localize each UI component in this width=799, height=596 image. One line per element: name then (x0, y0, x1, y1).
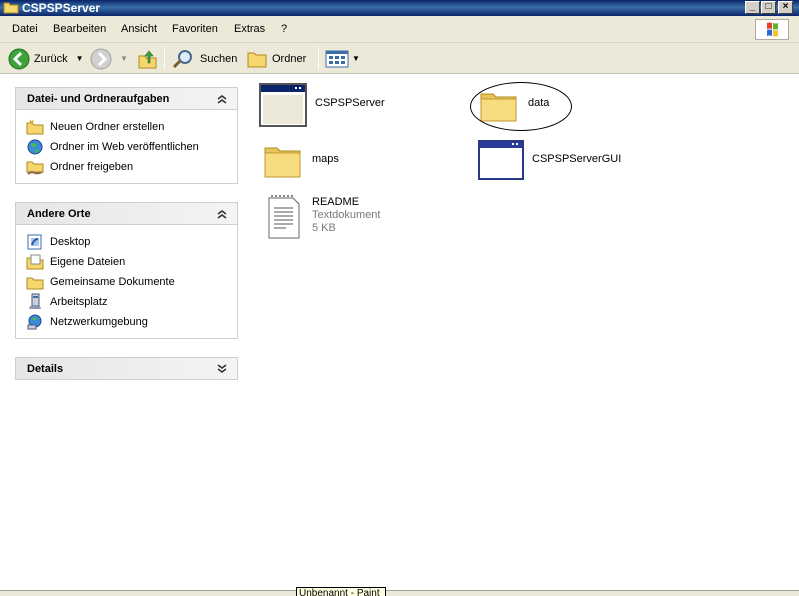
menu-extras[interactable]: Extras (234, 23, 265, 35)
file-item-cspspservergui[interactable]: CSPSPServerGUI (478, 140, 621, 180)
back-arrow-icon (8, 48, 30, 69)
menu-bar: Datei Bearbeiten Ansicht Favoriten Extra… (0, 16, 799, 43)
chevron-up-icon[interactable] (215, 207, 229, 221)
back-button[interactable]: Zurück ▼ (8, 46, 84, 71)
taskbar-tooltip: Unbenannt - Paint (296, 587, 386, 596)
panel-header[interactable]: Datei- und Ordneraufgaben (15, 87, 238, 110)
place-my-documents[interactable]: Eigene Dateien (26, 252, 237, 272)
menu-ansicht[interactable]: Ansicht (121, 23, 157, 35)
file-item-readme[interactable]: README Textdokument 5 KB (266, 194, 380, 240)
other-places-panel: Andere Orte Desktop Eigene Dateien Gemei… (15, 202, 238, 339)
file-size: 5 KB (312, 222, 336, 234)
panel-header[interactable]: Details (15, 357, 238, 380)
toolbar: Zurück ▼ ▼ Suchen Ordner ▼ (0, 43, 799, 74)
file-item-maps[interactable]: maps (262, 140, 339, 180)
computer-icon (29, 293, 41, 309)
folder-icon (3, 2, 19, 14)
application-window-icon (478, 140, 524, 180)
search-icon (172, 49, 192, 68)
up-folder-icon (138, 50, 157, 68)
back-dropdown-icon[interactable]: ▼ (76, 54, 84, 63)
task-share-folder[interactable]: Ordner freigeben (26, 157, 237, 177)
forward-dropdown-icon[interactable]: ▼ (120, 54, 128, 63)
task-publish-web[interactable]: Ordner im Web veröffentlichen (26, 137, 237, 157)
new-folder-icon (26, 119, 44, 135)
share-folder-icon (26, 161, 44, 175)
forward-arrow-icon (90, 48, 112, 69)
window-title: CSPSPServer (22, 1, 101, 15)
details-panel: Details (15, 357, 238, 380)
folder-icon (247, 52, 267, 67)
chevron-down-icon[interactable] (215, 362, 229, 376)
views-button[interactable]: ▼ (325, 46, 360, 71)
network-icon (27, 314, 42, 330)
menu-datei[interactable]: Datei (12, 23, 38, 35)
place-network[interactable]: Netzwerkumgebung (26, 312, 237, 332)
folder-icon (264, 147, 301, 178)
file-folder-tasks-panel: Datei- und Ordneraufgaben Neuen Ordner e… (15, 87, 238, 184)
menu-bearbeiten[interactable]: Bearbeiten (53, 23, 106, 35)
search-button[interactable]: Suchen (172, 46, 237, 71)
desktop-icon (27, 234, 42, 250)
forward-button[interactable]: ▼ (90, 46, 128, 71)
folders-button[interactable]: Ordner (246, 46, 306, 71)
task-new-folder[interactable]: Neuen Ordner erstellen (26, 117, 237, 137)
highlight-ellipse (470, 82, 572, 131)
text-document-icon (268, 195, 300, 239)
shared-folder-icon (26, 277, 44, 290)
file-type: Textdokument (312, 209, 381, 221)
task-pane: Datei- und Ordneraufgaben Neuen Ordner e… (0, 75, 252, 590)
maximize-button[interactable]: □ (761, 1, 776, 14)
place-my-computer[interactable]: Arbeitsplatz (26, 292, 237, 312)
chevron-up-icon[interactable] (215, 92, 229, 106)
menu-favoriten[interactable]: Favoriten (172, 23, 218, 35)
taskbar-edge (0, 590, 799, 596)
views-dropdown-icon[interactable]: ▼ (352, 54, 360, 63)
windows-logo-icon (755, 19, 789, 40)
my-documents-icon (26, 254, 44, 270)
file-item-cspspserver[interactable]: CSPSPServer (259, 83, 385, 127)
views-icon (325, 50, 349, 67)
menu-help[interactable]: ? (281, 23, 287, 35)
up-folder-button[interactable] (137, 46, 159, 71)
title-bar[interactable]: CSPSPServer _ □ × (0, 0, 799, 16)
close-button[interactable]: × (778, 1, 793, 14)
publish-web-icon (27, 139, 43, 155)
minimize-button[interactable]: _ (745, 1, 760, 14)
place-shared-documents[interactable]: Gemeinsame Dokumente (26, 272, 237, 292)
panel-header[interactable]: Andere Orte (15, 202, 238, 225)
application-window-icon (259, 83, 307, 127)
place-desktop[interactable]: Desktop (26, 232, 237, 252)
